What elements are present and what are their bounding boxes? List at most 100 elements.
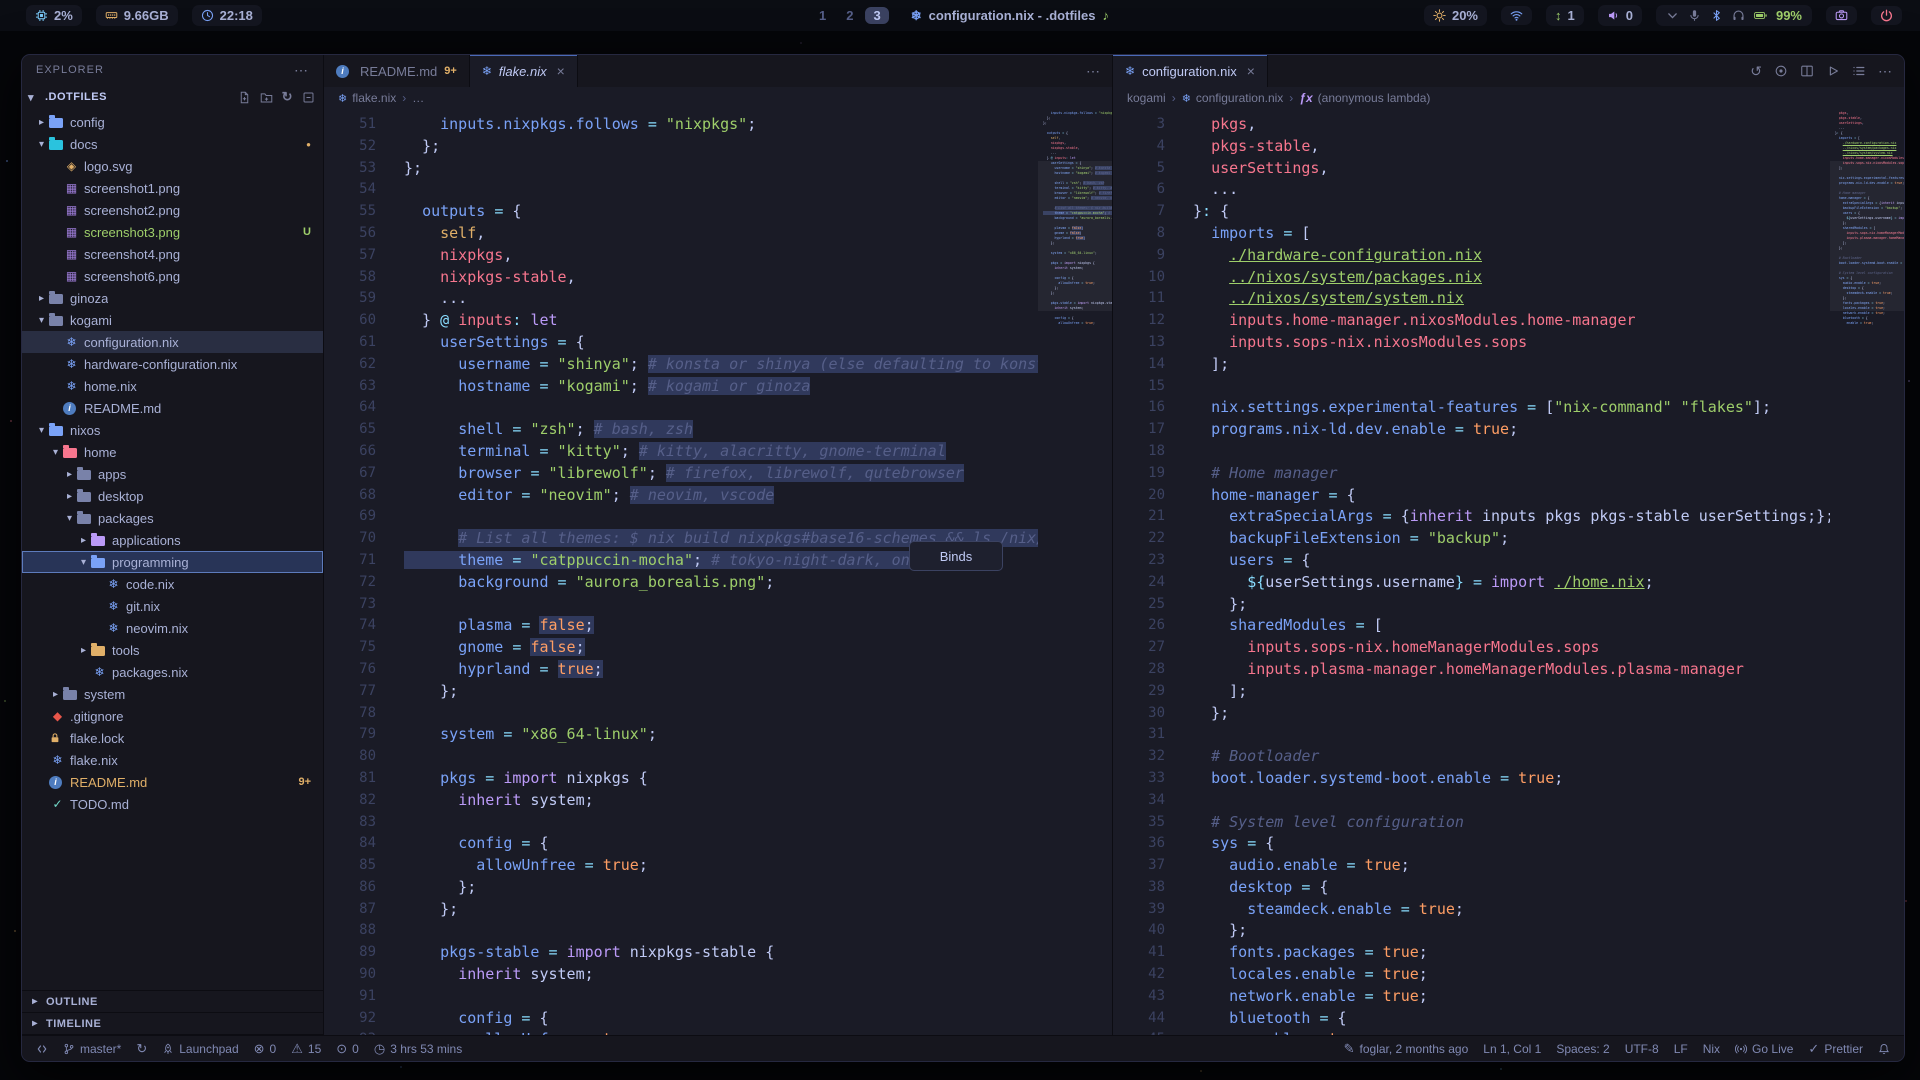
code-line: nix.settings.experimental-features = ["n…: [1193, 397, 1830, 419]
breadcrumb-item[interactable]: ƒx(anonymous lambda): [1299, 91, 1430, 105]
chevron-down-icon: ▾: [34, 139, 49, 150]
bluetooth-icon[interactable]: [1710, 9, 1723, 22]
line-number: 76: [324, 659, 404, 681]
section-outline[interactable]: ▸ OUTLINE: [22, 991, 323, 1013]
chevron-down-icon[interactable]: [1666, 9, 1679, 22]
collapse-all-icon[interactable]: [302, 91, 315, 104]
tree-item-flake-lock[interactable]: flake.lock: [22, 727, 323, 749]
status-sync[interactable]: ↻: [136, 1041, 147, 1057]
play-icon[interactable]: [1826, 64, 1840, 78]
tree-item-screenshot4-png[interactable]: ▦screenshot4.png: [22, 243, 323, 265]
tree-item-home-nix[interactable]: ❄home.nix: [22, 375, 323, 397]
tree-item-neovim-nix[interactable]: ❄neovim.nix: [22, 617, 323, 639]
status-cursor-position[interactable]: Ln 1, Col 1: [1483, 1042, 1541, 1056]
tree-item-hardware-configuration-nix[interactable]: ❄hardware-configuration.nix: [22, 353, 323, 375]
screenshot-button[interactable]: [1826, 6, 1857, 25]
tree-item-applications[interactable]: ▸applications: [22, 529, 323, 551]
list-icon[interactable]: [1852, 64, 1866, 78]
status-ports[interactable]: ⊙0: [336, 1041, 359, 1057]
code-line: self,: [404, 223, 1038, 245]
status-wakatime[interactable]: ◷3 hrs 53 mins: [374, 1041, 462, 1057]
headphones-icon[interactable]: [1732, 9, 1745, 22]
tab-close-icon[interactable]: ×: [1247, 63, 1255, 79]
tree-item-ginoza[interactable]: ▸ginoza: [22, 287, 323, 309]
tree-item-programming[interactable]: ▾programming: [22, 551, 323, 573]
split-icon[interactable]: [1800, 64, 1814, 78]
history-icon[interactable]: ↺: [1750, 63, 1762, 80]
breadcrumb-item[interactable]: …: [412, 91, 424, 105]
section-dotfiles[interactable]: ▾ .DOTFILES ↻: [22, 85, 323, 109]
tree-item-git-nix[interactable]: ❄git.nix: [22, 595, 323, 617]
tree-item-gitignore[interactable]: ◆.gitignore: [22, 705, 323, 727]
tree-item-readme-md[interactable]: iREADME.md: [22, 397, 323, 419]
lock-file-icon: [49, 732, 66, 744]
minimap[interactable]: pkgs, pkgs-stable, userSettings, ...}: {…: [1830, 109, 1904, 1035]
tree-item-docs[interactable]: ▾docs●: [22, 133, 323, 155]
tree-item-readme-md[interactable]: iREADME.md9+: [22, 771, 323, 793]
status-remote[interactable]: [36, 1043, 48, 1055]
code-line: enable = true;: [1835, 321, 1904, 326]
workspace-3[interactable]: 3: [865, 7, 888, 24]
tree-item-config[interactable]: ▸config: [22, 111, 323, 133]
tree-item-screenshot3-png[interactable]: ▦screenshot3.pngU: [22, 221, 323, 243]
explorer-more-actions-icon[interactable]: ⋯: [294, 62, 309, 79]
code-editor[interactable]: pkgs, pkgs-stable, userSettings, ...}: {…: [1193, 109, 1830, 1035]
new-file-icon[interactable]: [238, 91, 251, 104]
tree-item-packages-nix[interactable]: ❄packages.nix: [22, 661, 323, 683]
code-line: };: [1193, 920, 1830, 942]
power-button[interactable]: [1871, 6, 1902, 25]
tree-item-todo-md[interactable]: ✓TODO.md: [22, 793, 323, 815]
tree-item-tools[interactable]: ▸tools: [22, 639, 323, 661]
status-go-live[interactable]: Go Live: [1735, 1042, 1793, 1056]
tree-item-screenshot2-png[interactable]: ▦screenshot2.png: [22, 199, 323, 221]
todo-check-icon: ✓: [49, 797, 66, 811]
status-git-branch[interactable]: master*: [63, 1042, 121, 1056]
tab-close-icon[interactable]: ×: [557, 63, 565, 79]
tree-item-apps[interactable]: ▸apps: [22, 463, 323, 485]
minimap-slider[interactable]: [1830, 161, 1904, 311]
tree-item-packages[interactable]: ▾packages: [22, 507, 323, 529]
more-icon[interactable]: ⋯: [1878, 63, 1892, 80]
status-indentation[interactable]: Spaces: 2: [1556, 1042, 1609, 1056]
more-icon[interactable]: ⋯: [1086, 63, 1100, 80]
status-eol[interactable]: LF: [1674, 1042, 1688, 1056]
tree-item-flake-nix[interactable]: ❄flake.nix: [22, 749, 323, 771]
status-language-mode[interactable]: Nix: [1703, 1042, 1720, 1056]
status-prettier[interactable]: ✓Prettier: [1808, 1041, 1863, 1057]
status-encoding[interactable]: UTF-8: [1625, 1042, 1659, 1056]
folder-icon: [77, 492, 91, 502]
breadcrumb-item[interactable]: ❄flake.nix: [338, 91, 396, 105]
tree-item-code-nix[interactable]: ❄code.nix: [22, 573, 323, 595]
tree-item-kogami[interactable]: ▾kogami: [22, 309, 323, 331]
minimap-slider[interactable]: [1038, 161, 1112, 311]
tree-item-system[interactable]: ▸system: [22, 683, 323, 705]
status-errors[interactable]: ⊗0: [254, 1041, 277, 1057]
target-icon[interactable]: [1774, 64, 1788, 78]
microphone-icon[interactable]: [1688, 9, 1701, 22]
tree-item-logo-svg[interactable]: ◈logo.svg: [22, 155, 323, 177]
workspace-2[interactable]: 2: [838, 7, 861, 24]
tree-item-screenshot1-png[interactable]: ▦screenshot1.png: [22, 177, 323, 199]
tab-readme-md[interactable]: iREADME.md9+: [324, 55, 470, 87]
nix-file-icon: ❄: [105, 599, 122, 613]
refresh-icon[interactable]: ↻: [282, 89, 293, 105]
workspace-1[interactable]: 1: [811, 7, 834, 24]
section-timeline[interactable]: ▸ TIMELINE: [22, 1013, 323, 1035]
tab-flake-nix[interactable]: ❄flake.nix×: [470, 55, 578, 87]
status-notifications[interactable]: [1878, 1043, 1890, 1055]
status-warnings[interactable]: ⚠15: [291, 1041, 321, 1057]
minimap[interactable]: inputs.nixpkgs.follows = "nixpkgs"; };};…: [1038, 109, 1112, 1035]
new-folder-icon[interactable]: [260, 91, 273, 104]
breadcrumb-item[interactable]: kogami: [1127, 91, 1166, 105]
tree-item-configuration-nix[interactable]: ❄configuration.nix: [22, 331, 323, 353]
tree-item-screenshot6-png[interactable]: ▦screenshot6.png: [22, 265, 323, 287]
tree-item-desktop[interactable]: ▸desktop: [22, 485, 323, 507]
code-editor[interactable]: inputs.nixpkgs.follows = "nixpkgs"; };};…: [404, 109, 1038, 1035]
tab-configuration-nix[interactable]: ❄configuration.nix×: [1113, 55, 1268, 87]
updown-arrows-icon: ↕: [1555, 8, 1562, 23]
status-git-blame[interactable]: ✎foglar, 2 months ago: [1344, 1041, 1469, 1057]
tree-item-home[interactable]: ▾home: [22, 441, 323, 463]
tree-item-nixos[interactable]: ▾nixos: [22, 419, 323, 441]
status-launchpad[interactable]: Launchpad: [162, 1042, 238, 1056]
breadcrumb-item[interactable]: ❄configuration.nix: [1182, 91, 1284, 105]
